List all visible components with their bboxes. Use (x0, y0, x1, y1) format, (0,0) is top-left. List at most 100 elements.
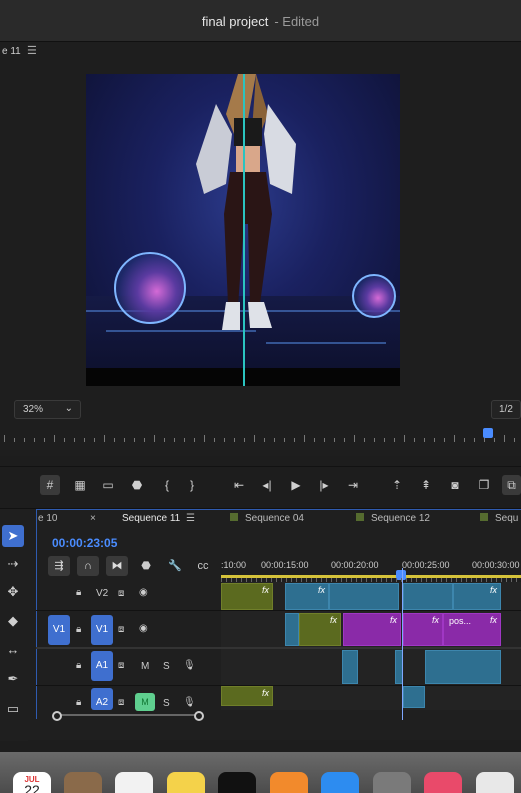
microphone-icon[interactable]: 🎙︎ (183, 697, 196, 708)
ruler-tick (54, 435, 55, 442)
track-target-a2[interactable]: A2 (91, 688, 113, 710)
eye-icon[interactable]: ◉ (139, 623, 148, 634)
apple-tv-app-icon[interactable] (218, 772, 256, 793)
snap-button[interactable]: ∩ (77, 556, 99, 576)
lock-icon[interactable]: 🔒︎ (76, 660, 81, 671)
ripple-edit-tool-icon[interactable]: ✥ (2, 581, 24, 603)
track-target-v1[interactable]: V1 (91, 615, 113, 645)
timeline-zoom-scrollbar[interactable] (52, 711, 208, 721)
solo-button[interactable]: S (163, 698, 170, 709)
scrollbar-left-handle[interactable] (52, 711, 62, 721)
go-to-in-button[interactable]: ⇤ (229, 475, 249, 495)
add-marker-button[interactable]: ⬣ (127, 475, 147, 495)
notes-app-icon[interactable] (167, 772, 205, 793)
wrench-icon[interactable]: 🔧 (166, 556, 184, 576)
ruler-tick (334, 438, 335, 442)
tab-close-icon[interactable]: × (90, 513, 96, 524)
iphone-mirroring-app-icon[interactable] (424, 772, 462, 793)
tab-menu-icon[interactable]: ☰ (186, 513, 195, 524)
lock-icon[interactable]: 🔒︎ (76, 624, 81, 635)
video-clip[interactable] (329, 583, 399, 610)
notes-folder-app-icon[interactable] (64, 772, 102, 793)
play-button[interactable]: ▶ (286, 475, 306, 495)
rectangle-tool-icon[interactable]: ▭ (2, 698, 24, 720)
video-clip[interactable] (285, 613, 299, 646)
video-clip[interactable]: fx (343, 613, 401, 646)
razor-tool-icon[interactable]: ◆ (2, 610, 24, 632)
pen-tool-icon[interactable]: ✒ (2, 668, 24, 690)
linked-selection-button[interactable]: ⧓ (106, 556, 128, 576)
ruler-tick (254, 435, 255, 442)
monitor-playhead-marker[interactable] (483, 428, 493, 438)
zoom-select[interactable]: 32% ⌄ (14, 400, 81, 419)
timeline-timecode[interactable]: 00:00:23:05 (52, 536, 117, 550)
video-clip[interactable]: fx (221, 583, 273, 610)
microphone-icon[interactable]: 🎙︎ (183, 660, 196, 671)
eye-icon[interactable]: ◉ (139, 587, 148, 598)
chrome-app-icon[interactable] (476, 772, 514, 793)
frame-icon[interactable]: ▭ (98, 475, 118, 495)
step-back-button[interactable]: ◂| (257, 475, 277, 495)
video-clip[interactable]: fx (285, 583, 329, 610)
camera-icon[interactable]: ◙ (445, 475, 465, 495)
timeline-ruler[interactable]: :10:00 00:00:15:00 00:00:20:00 00:00:25:… (221, 558, 521, 584)
step-forward-button[interactable]: |▸ (314, 475, 334, 495)
track-select-tool-icon[interactable]: ⇢ (2, 553, 24, 575)
tab-sequence-11[interactable]: Sequence 11 (122, 513, 180, 524)
tab-label: Sequence 04 (245, 513, 304, 524)
solo-button[interactable]: S (163, 661, 170, 672)
add-marker-icon[interactable]: ⬣ (137, 556, 155, 576)
extract-button[interactable]: ⇞ (416, 475, 436, 495)
tab-sequence-12[interactable]: Sequence 12 (356, 513, 430, 524)
scrollbar-right-handle[interactable] (194, 711, 204, 721)
calendar-app-icon[interactable]: JUL 22 (13, 772, 51, 793)
slip-tool-icon[interactable]: ↔ (2, 639, 24, 661)
video-clip[interactable]: fx (403, 613, 443, 646)
track-divider (36, 685, 521, 686)
monitor-tab[interactable]: e 11 (2, 46, 21, 57)
monitor-time-ruler[interactable] (0, 428, 521, 446)
sync-lock-icon[interactable]: ⧈ (118, 588, 124, 599)
system-settings-app-icon[interactable] (373, 772, 411, 793)
audio-clip[interactable] (425, 650, 501, 684)
sync-lock-icon[interactable]: ⧈ (118, 697, 124, 708)
track-target-a1[interactable]: A1 (91, 651, 113, 681)
panel-menu-icon[interactable]: ☰ (27, 44, 37, 57)
video-clip[interactable]: pos... fx (443, 613, 501, 646)
sync-lock-icon[interactable]: ⧈ (118, 660, 124, 671)
lift-button[interactable]: ⇡ (387, 475, 407, 495)
ruler-tick (494, 438, 495, 442)
button-editor-icon[interactable]: ⧉ (502, 475, 521, 495)
captions-icon[interactable]: cc (194, 556, 212, 576)
video-audio-divider (36, 647, 521, 649)
source-patch-v1[interactable]: V1 (48, 615, 70, 645)
lock-icon[interactable]: 🔒︎ (76, 587, 81, 598)
audio-clip[interactable] (342, 650, 358, 684)
audio-clip[interactable]: fx (221, 686, 273, 706)
filmstrip-icon[interactable]: ▦ (70, 475, 90, 495)
compare-view-icon[interactable]: ❐ (474, 475, 494, 495)
mark-out-button[interactable]: } (182, 475, 202, 495)
safe-margins-button[interactable]: # (40, 475, 60, 495)
app-store-icon[interactable] (321, 772, 359, 793)
pages-app-icon[interactable] (270, 772, 308, 793)
video-clip[interactable]: fx (299, 613, 341, 646)
window-titlebar: final project - Edited (0, 0, 521, 42)
tab-sequence-04[interactable]: Sequence 04 (230, 513, 304, 524)
resolution-select[interactable]: 1/2 (491, 400, 521, 419)
insert-sequence-nest-button[interactable]: ⇶ (48, 556, 70, 576)
tab-sequence-10[interactable]: e 10 (38, 513, 57, 524)
video-clip[interactable] (403, 583, 453, 610)
mute-button-active[interactable]: M (135, 693, 155, 711)
selection-tool-icon[interactable]: ➤ (2, 525, 24, 547)
fx-badge: fx (431, 615, 439, 625)
go-to-out-button[interactable]: ⇥ (343, 475, 363, 495)
reminders-app-icon[interactable] (115, 772, 153, 793)
audio-clip[interactable] (403, 686, 425, 708)
sync-lock-icon[interactable]: ⧈ (118, 624, 124, 635)
lock-icon[interactable]: 🔒︎ (76, 697, 81, 708)
mute-button[interactable]: M (141, 661, 149, 672)
video-clip[interactable]: fx (453, 583, 501, 610)
tab-sequence-more[interactable]: Sequ (480, 513, 518, 524)
mark-in-button[interactable]: { (157, 475, 177, 495)
